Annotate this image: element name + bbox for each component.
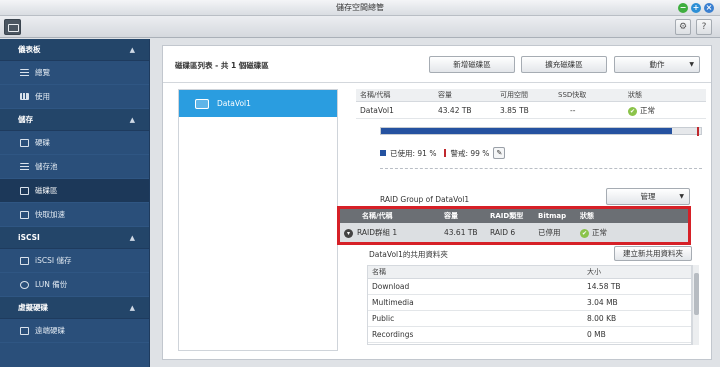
sidebar: 儀表板 ▲ 總覽 使用 儲存 ▲ 硬碟 儲存池 磁碟區 快取加速 iSCSI ▲… [0, 39, 150, 367]
shared-folders-table: 名稱 大小 Download 14.58 TB Multimedia 3.04 MB P… [367, 265, 692, 345]
chevron-up-icon: ▲ [129, 46, 135, 54]
sidebar-item-remote-disk[interactable]: 遠端硬碟 [0, 319, 149, 343]
expand-icon[interactable]: ▾ [344, 228, 353, 238]
usage-fill [381, 128, 673, 134]
sidebar-section-label: 虛擬硬碟 [18, 303, 48, 312]
sidebar-item-lun-backup[interactable]: LUN 備份 [0, 273, 149, 297]
sidebar-item-volumes[interactable]: 磁碟區 [0, 179, 149, 203]
header-divider [163, 82, 711, 83]
check-icon: ✔ [628, 106, 637, 116]
sidebar-section-label: iSCSI [18, 233, 40, 242]
sidebar-item-label: 儲存池 [35, 161, 58, 171]
chevron-up-icon: ▲ [129, 304, 135, 312]
pool-icon [20, 162, 29, 171]
sidebar-item-overview[interactable]: 總覽 [0, 61, 149, 85]
table-row[interactable]: Recordings 0 MB [368, 327, 691, 343]
used-swatch [380, 150, 386, 156]
chevron-down-icon: ▼ [689, 61, 694, 68]
shares-scrollbar[interactable] [692, 265, 699, 345]
sidebar-item-label: LUN 備份 [35, 279, 68, 289]
new-volume-button[interactable]: 新增磁碟區 [429, 56, 515, 73]
help-icon: ? [701, 22, 707, 32]
page-title: 磁碟區列表 - 共 1 個磁碟區 [175, 61, 269, 70]
raid-group-row[interactable]: ▾ RAID群組 1 43.61 TB RAID 6 已停用 ✔ 正常 [340, 223, 688, 242]
sidebar-item-label: iSCSI 儲存 [35, 255, 72, 265]
sidebar-item-label: 磁碟區 [35, 185, 58, 195]
sidebar-item-usage[interactable]: 使用 [0, 85, 149, 109]
check-icon: ✔ [580, 228, 589, 238]
volume-list: DataVol1 [178, 89, 338, 351]
window-controls: − + × [678, 3, 714, 13]
sidebar-section-storage[interactable]: 儲存 ▲ [0, 109, 149, 131]
storage-app-icon [4, 19, 21, 35]
chevron-down-icon: ▼ [679, 193, 684, 200]
usage-bar [380, 127, 702, 136]
title-bar: 儲存空間總管 − + × [0, 0, 720, 16]
sidebar-section-label: 儲存 [18, 115, 33, 124]
new-shared-folder-button[interactable]: 建立新共用資料夾 [614, 246, 692, 261]
backup-icon [20, 280, 29, 289]
manage-dropdown[interactable]: 管理 ▼ [606, 188, 690, 205]
warning-threshold-marker [696, 127, 699, 136]
shared-folders-title: DataVol1的共用資料夾 [369, 250, 448, 259]
disk-icon [20, 138, 29, 147]
chevron-up-icon: ▲ [129, 116, 135, 124]
volume-icon [20, 186, 29, 195]
overview-icon [20, 68, 29, 77]
help-button[interactable]: ? [696, 19, 712, 35]
table-row[interactable]: Public 8.00 KB [368, 311, 691, 327]
toolbar: ⚙ ? [0, 16, 720, 38]
window-title: 儲存空間總管 [336, 3, 384, 12]
sidebar-item-storage-pool[interactable]: 儲存池 [0, 155, 149, 179]
sidebar-item-label: 硬碟 [35, 137, 50, 147]
action-dropdown[interactable]: 動作 ▼ [614, 56, 700, 73]
sidebar-item-label: 總覽 [35, 67, 50, 77]
expand-volume-button[interactable]: 擴充磁碟區 [521, 56, 607, 73]
sidebar-section-dashboard[interactable]: 儀表板 ▲ [0, 39, 149, 61]
warning-swatch [444, 149, 447, 157]
table-row[interactable]: Download 14.58 TB [368, 279, 691, 295]
remote-disk-icon [20, 326, 29, 335]
bar-chart-icon [20, 93, 29, 100]
maximize-button[interactable]: + [691, 3, 701, 13]
sidebar-item-cache[interactable]: 快取加速 [0, 203, 149, 227]
scroll-thumb[interactable] [694, 273, 699, 315]
minimize-button[interactable]: − [678, 3, 688, 13]
chevron-up-icon: ▲ [129, 234, 135, 242]
sidebar-item-label: 快取加速 [35, 209, 65, 219]
sidebar-item-iscsi-storage[interactable]: iSCSI 儲存 [0, 249, 149, 273]
section-divider [380, 168, 702, 169]
close-button[interactable]: × [704, 3, 714, 13]
iscsi-icon [20, 256, 29, 265]
volume-icon [195, 98, 209, 109]
shares-table-header: 名稱 大小 [368, 266, 691, 279]
volume-list-item[interactable]: DataVol1 [179, 90, 337, 117]
settings-button[interactable]: ⚙ [675, 19, 691, 35]
raid-group-table: 名稱/代稱 容量 RAID類型 Bitmap 狀態 ▾ RAID群組 1 43.6… [337, 206, 691, 245]
sidebar-item-label: 遠端硬碟 [35, 325, 65, 335]
raid-group-title: RAID Group of DataVol1 [380, 195, 470, 204]
usage-legend: 已使用: 91 % 警戒: 99 % ✎ [380, 147, 506, 159]
raid-table-header: 名稱/代稱 容量 RAID類型 Bitmap 狀態 [340, 209, 688, 223]
cache-icon [20, 210, 29, 219]
sidebar-section-iscsi[interactable]: iSCSI ▲ [0, 227, 149, 249]
edit-threshold-button[interactable]: ✎ [493, 147, 506, 159]
table-row[interactable]: Multimedia 3.04 MB [368, 295, 691, 311]
table-row[interactable]: DataVol1 43.42 TB 3.85 TB -- ✔ 正常 [356, 102, 706, 119]
sidebar-item-label: 使用 [35, 91, 50, 101]
sidebar-section-virtual-disk[interactable]: 虛擬硬碟 ▲ [0, 297, 149, 319]
gear-icon: ⚙ [678, 22, 688, 32]
sidebar-item-disks[interactable]: 硬碟 [0, 131, 149, 155]
sidebar-section-label: 儀表板 [18, 45, 41, 54]
info-table-header: 名稱/代稱 容量 可用空間 SSD快取 狀態 [356, 89, 706, 102]
